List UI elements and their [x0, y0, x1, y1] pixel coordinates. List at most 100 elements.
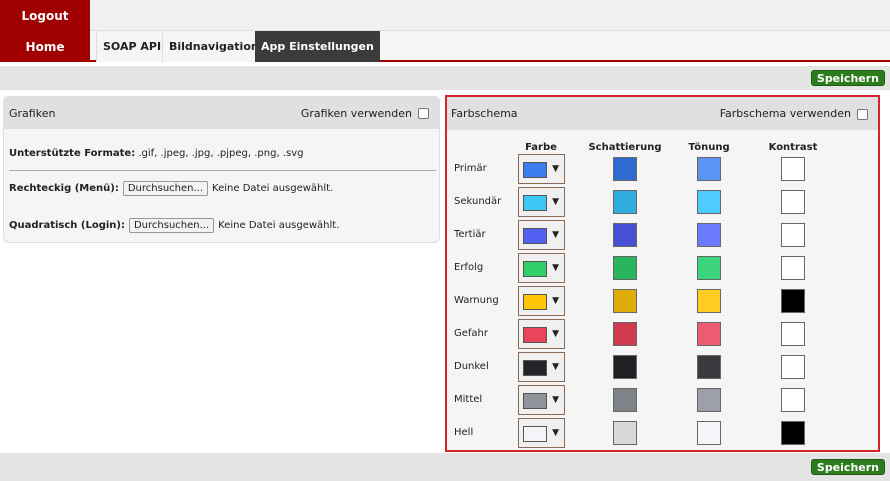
- chevron-down-icon: ▼: [552, 395, 559, 405]
- col-kontrast: Kontrast: [768, 142, 818, 153]
- color-row-label: Erfolg: [454, 262, 484, 273]
- color-row-label: Warnung: [454, 295, 499, 306]
- color-picker[interactable]: ▼: [518, 286, 565, 316]
- contrast-swatch: [781, 289, 805, 313]
- grafiken-panel: Grafiken Grafiken verwenden Unterstützte…: [3, 96, 440, 243]
- color-swatch: [523, 162, 547, 178]
- contrast-swatch: [781, 388, 805, 412]
- top-bar: Logout: [0, 0, 890, 31]
- toolbar-bottom: Speichern: [0, 453, 890, 481]
- chevron-down-icon: ▼: [552, 164, 559, 174]
- contrast-swatch: [781, 322, 805, 346]
- shade-swatch: [613, 190, 637, 214]
- color-row-label: Tertiär: [454, 229, 486, 240]
- shade-swatch: [613, 355, 637, 379]
- color-picker[interactable]: ▼: [518, 220, 565, 250]
- color-swatch: [523, 261, 547, 277]
- farbschema-panel: Farbschema Farbschema verwenden Farbe Sc…: [445, 95, 880, 452]
- color-row-label: Hell: [454, 427, 474, 438]
- contrast-swatch: [781, 223, 805, 247]
- contrast-swatch: [781, 190, 805, 214]
- rect-browse-button[interactable]: Durchsuchen...: [122, 181, 209, 196]
- color-swatch: [523, 195, 547, 211]
- contrast-swatch: [781, 157, 805, 181]
- tint-swatch: [697, 355, 721, 379]
- shade-swatch: [613, 388, 637, 412]
- tint-swatch: [697, 421, 721, 445]
- col-farbe: Farbe: [525, 142, 557, 153]
- tint-swatch: [697, 322, 721, 346]
- chevron-down-icon: ▼: [552, 428, 559, 438]
- tab-app-einstellungen[interactable]: App Einstellungen: [255, 31, 380, 62]
- color-row-label: Mittel: [454, 394, 483, 405]
- farbschema-title: Farbschema: [451, 107, 518, 120]
- color-picker[interactable]: ▼: [518, 253, 565, 283]
- chevron-down-icon: ▼: [552, 296, 559, 306]
- chevron-down-icon: ▼: [552, 329, 559, 339]
- rect-label: Rechteckig (Menü):: [9, 183, 119, 194]
- grafiken-use-label: Grafiken verwenden: [300, 106, 412, 120]
- color-picker[interactable]: ▼: [518, 385, 565, 415]
- color-swatch: [523, 393, 547, 409]
- color-row-label: Sekundär: [454, 196, 502, 207]
- color-picker[interactable]: ▼: [518, 418, 565, 448]
- formats-label: Unterstützte Formate:: [9, 148, 136, 159]
- tint-swatch: [697, 157, 721, 181]
- grafiken-use: Grafiken verwenden: [301, 107, 429, 120]
- color-row-label: Dunkel: [454, 361, 489, 372]
- color-swatch: [523, 360, 547, 376]
- color-swatch: [523, 426, 547, 442]
- square-row: Quadratisch (Login): Durchsuchen... Keine …: [9, 218, 339, 233]
- color-picker[interactable]: ▼: [518, 319, 565, 349]
- color-swatch: [523, 327, 547, 343]
- color-picker[interactable]: ▼: [518, 352, 565, 382]
- formats-row: Unterstützte Formate: .gif, .jpeg, .jpg,…: [9, 148, 303, 159]
- rect-file-status: Keine Datei ausgewählt.: [212, 183, 334, 194]
- home-button[interactable]: Home: [0, 31, 90, 62]
- square-file-status: Keine Datei ausgewählt.: [218, 220, 340, 231]
- square-browse-button[interactable]: Durchsuchen...: [128, 218, 215, 233]
- toolbar-top: Speichern: [0, 66, 890, 90]
- shade-swatch: [613, 421, 637, 445]
- tab-soap-api[interactable]: SOAP API: [96, 31, 169, 62]
- shade-swatch: [613, 322, 637, 346]
- tint-swatch: [697, 388, 721, 412]
- grafiken-title: Grafiken: [9, 106, 56, 120]
- tint-swatch: [697, 190, 721, 214]
- save-button-top[interactable]: Speichern: [810, 70, 885, 86]
- grafiken-header: Grafiken Grafiken verwenden: [4, 97, 439, 129]
- logout-button[interactable]: Logout: [0, 0, 90, 31]
- tint-swatch: [697, 256, 721, 280]
- farbschema-use-checkbox[interactable]: [857, 108, 868, 120]
- col-toenung: Tönung: [688, 142, 730, 153]
- color-row-label: Primär: [454, 163, 487, 174]
- chevron-down-icon: ▼: [552, 263, 559, 273]
- color-picker[interactable]: ▼: [518, 187, 565, 217]
- farbschema-use-label: Farbschema verwenden: [719, 107, 851, 120]
- farbschema-header: Farbschema Farbschema verwenden: [447, 97, 878, 130]
- nav-bar: Home SOAP API Bildnavigation App Einstel…: [0, 31, 890, 62]
- tint-swatch: [697, 223, 721, 247]
- grafiken-use-checkbox[interactable]: [418, 108, 429, 119]
- rect-row: Rechteckig (Menü): Durchsuchen... Keine Da…: [9, 181, 333, 196]
- formats-value: .gif, .jpeg, .jpg, .pjpeg, .png, .svg: [138, 148, 304, 159]
- col-schattierung: Schattierung: [588, 142, 662, 153]
- square-label: Quadratisch (Login):: [9, 220, 125, 231]
- color-swatch: [523, 228, 547, 244]
- contrast-swatch: [781, 256, 805, 280]
- color-swatch: [523, 294, 547, 310]
- shade-swatch: [613, 157, 637, 181]
- save-button-bottom[interactable]: Speichern: [810, 459, 885, 475]
- shade-swatch: [613, 223, 637, 247]
- tint-swatch: [697, 289, 721, 313]
- color-picker[interactable]: ▼: [518, 154, 565, 184]
- divider: [9, 170, 436, 171]
- shade-swatch: [613, 289, 637, 313]
- tab-bildnavigation[interactable]: Bildnavigation: [162, 31, 266, 62]
- chevron-down-icon: ▼: [552, 197, 559, 207]
- shade-swatch: [613, 256, 637, 280]
- chevron-down-icon: ▼: [552, 230, 559, 240]
- color-row-label: Gefahr: [454, 328, 488, 339]
- farbschema-use: Farbschema verwenden: [720, 107, 868, 120]
- contrast-swatch: [781, 355, 805, 379]
